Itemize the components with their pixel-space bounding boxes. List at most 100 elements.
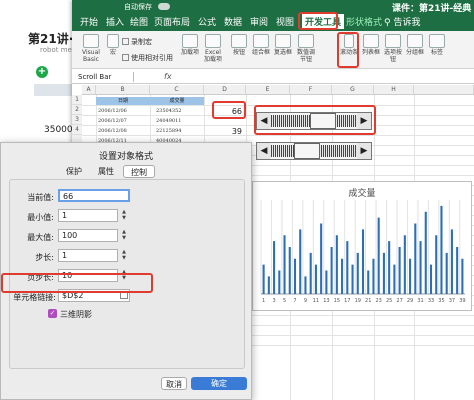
tab-formulas[interactable]: 公式 xyxy=(198,15,216,28)
chart-bar xyxy=(377,217,380,294)
highlight-developer-tab xyxy=(298,12,338,30)
scroll-right-icon[interactable]: ▶ xyxy=(357,143,371,159)
column-header-d[interactable]: D xyxy=(204,85,246,95)
fx-icon[interactable]: fx xyxy=(164,72,172,81)
tab-insert[interactable]: 插入 xyxy=(106,15,124,28)
min-value-label: 最小值: xyxy=(27,213,54,222)
spin-button-control[interactable]: 数值调节钮 xyxy=(296,34,316,63)
add-icon[interactable]: + xyxy=(36,66,48,78)
column-header-h[interactable]: H xyxy=(374,85,414,95)
button-control-icon xyxy=(231,34,247,48)
format-object-dialog: 设置对象格式 保护 属性 控制 当前值: 66 最小值: 1 ▲ ▼ 最大值: 1… xyxy=(0,142,252,400)
max-value-stepper[interactable]: ▲ ▼ xyxy=(120,229,128,242)
cell-date[interactable]: 2006/12/06 xyxy=(98,108,127,114)
chart-bar xyxy=(267,276,270,294)
name-box[interactable]: Scroll Bar xyxy=(78,72,134,82)
combo-box-control[interactable]: 组合框 xyxy=(252,34,270,56)
tab-properties[interactable]: 属性 xyxy=(91,165,121,178)
tab-protection[interactable]: 保护 xyxy=(59,165,89,178)
tab-home[interactable]: 开始 xyxy=(80,15,98,28)
highlight-scrollbar-control xyxy=(337,32,359,68)
label-control-label: 标签 xyxy=(430,49,443,56)
current-value-input[interactable]: 66 xyxy=(58,189,130,202)
option-button-icon xyxy=(385,34,401,48)
column-header-a[interactable]: A xyxy=(82,85,96,95)
chart-x-tick: 3 xyxy=(272,298,275,304)
checkbox-control-label: 复选框 xyxy=(274,49,293,56)
scrollbar-2-thumb[interactable] xyxy=(294,143,321,159)
tab-draw[interactable]: 绘图 xyxy=(130,15,148,28)
chart-bar xyxy=(320,223,323,294)
step-stepper[interactable]: ▲ ▼ xyxy=(120,249,128,262)
excel-addins-button[interactable]: Excel 加载项 xyxy=(202,34,224,63)
chart-x-tick: 39 xyxy=(459,298,465,304)
chart-bar xyxy=(440,205,443,294)
max-value-input[interactable]: 100 xyxy=(58,229,118,242)
column-header-f[interactable]: F xyxy=(290,85,332,95)
cell-header-date[interactable]: 日期 xyxy=(96,97,150,105)
min-value-stepper[interactable]: ▲ ▼ xyxy=(120,209,128,222)
cell-d3[interactable]: 39 xyxy=(212,127,242,136)
volume-chart[interactable]: 成交量 1 3 5 7 9 11 13 15 17 19 21 23 25 27 29 31 33 35 37 39 xyxy=(252,181,472,311)
row-header[interactable]: 4 xyxy=(72,125,82,135)
autosave-label: 自动保存 xyxy=(124,3,152,11)
tab-view[interactable]: 视图 xyxy=(276,15,294,28)
chart-x-tick: 17 xyxy=(344,298,350,304)
tab-page-layout[interactable]: 页面布局 xyxy=(154,15,190,28)
highlight-scrollbar-1 xyxy=(254,105,376,135)
cell-link-label: 单元格链接: xyxy=(13,293,56,302)
cell-volume[interactable]: 23504352 xyxy=(156,108,181,114)
highlight-cell-link xyxy=(1,273,153,293)
cell-volume[interactable]: 24049011 xyxy=(156,118,181,124)
scrollbar-2[interactable]: ◀ ▶ xyxy=(256,142,372,160)
chart-bar xyxy=(461,258,464,294)
autosave-toggle[interactable] xyxy=(158,3,170,10)
cancel-button[interactable]: 取消 xyxy=(161,377,187,390)
tab-tell-me[interactable]: ⚲ 告诉我 xyxy=(384,15,420,28)
chart-x-tick: 31 xyxy=(417,298,423,304)
chart-bar xyxy=(388,241,391,294)
ok-button[interactable]: 确定 xyxy=(191,377,247,390)
3d-shading-label: 三维阴影 xyxy=(60,310,92,319)
option-button-control[interactable]: 选项按钮 xyxy=(384,34,402,63)
tab-shape-format[interactable]: 形状格式 xyxy=(346,15,382,28)
checkbox-control[interactable]: 复选框 xyxy=(274,34,292,56)
tab-data[interactable]: 数据 xyxy=(224,15,242,28)
chart-x-tick: 9 xyxy=(304,298,307,304)
addins-button[interactable]: 加载项 xyxy=(180,34,200,56)
label-control[interactable]: 标签 xyxy=(428,34,446,56)
cell-date[interactable]: 2006/12/08 xyxy=(98,128,127,134)
chart-x-tick: 1 xyxy=(262,298,265,304)
column-header-e[interactable]: E xyxy=(246,85,290,95)
macro-button[interactable]: 宏 xyxy=(106,34,120,56)
list-box-control[interactable]: 列表框 xyxy=(362,34,380,56)
cell-volume[interactable]: 22125894 xyxy=(156,128,181,134)
row-header[interactable]: 1 xyxy=(72,95,82,105)
column-header-g[interactable]: G xyxy=(332,85,374,95)
chart-x-tick: 5 xyxy=(283,298,286,304)
visual-basic-button[interactable]: Visual Basic xyxy=(78,34,104,63)
3d-shading-checkbox[interactable]: ✓ xyxy=(48,309,57,318)
step-input[interactable]: 1 xyxy=(58,249,118,262)
group-box-control[interactable]: 分组框 xyxy=(406,34,424,56)
cell-date[interactable]: 2006/12/07 xyxy=(98,118,127,124)
relative-reference-button[interactable]: 使用相对引用 xyxy=(122,53,173,63)
min-value-input[interactable]: 1 xyxy=(58,209,118,222)
record-macro-button[interactable]: 录制宏 xyxy=(122,37,152,47)
tab-control[interactable]: 控制 xyxy=(123,165,155,178)
button-control[interactable]: 按钮 xyxy=(230,34,248,56)
chart-bar xyxy=(304,276,307,294)
row-header[interactable]: 3 xyxy=(72,115,82,125)
column-header-c[interactable]: C xyxy=(150,85,204,95)
spin-button-icon xyxy=(298,34,314,48)
formula-bar: Scroll Bar fx xyxy=(72,70,474,84)
current-value-label: 当前值: xyxy=(27,193,54,202)
row-header[interactable]: 2 xyxy=(72,105,82,115)
chart-bar xyxy=(409,258,412,294)
chart-bar xyxy=(351,264,354,294)
tab-review[interactable]: 审阅 xyxy=(250,15,268,28)
combo-box-label: 组合框 xyxy=(252,49,271,56)
scroll-left-icon[interactable]: ◀ xyxy=(257,143,271,159)
column-header-b[interactable]: B xyxy=(96,85,150,95)
cell-header-volume[interactable]: 成交量 xyxy=(150,97,204,105)
